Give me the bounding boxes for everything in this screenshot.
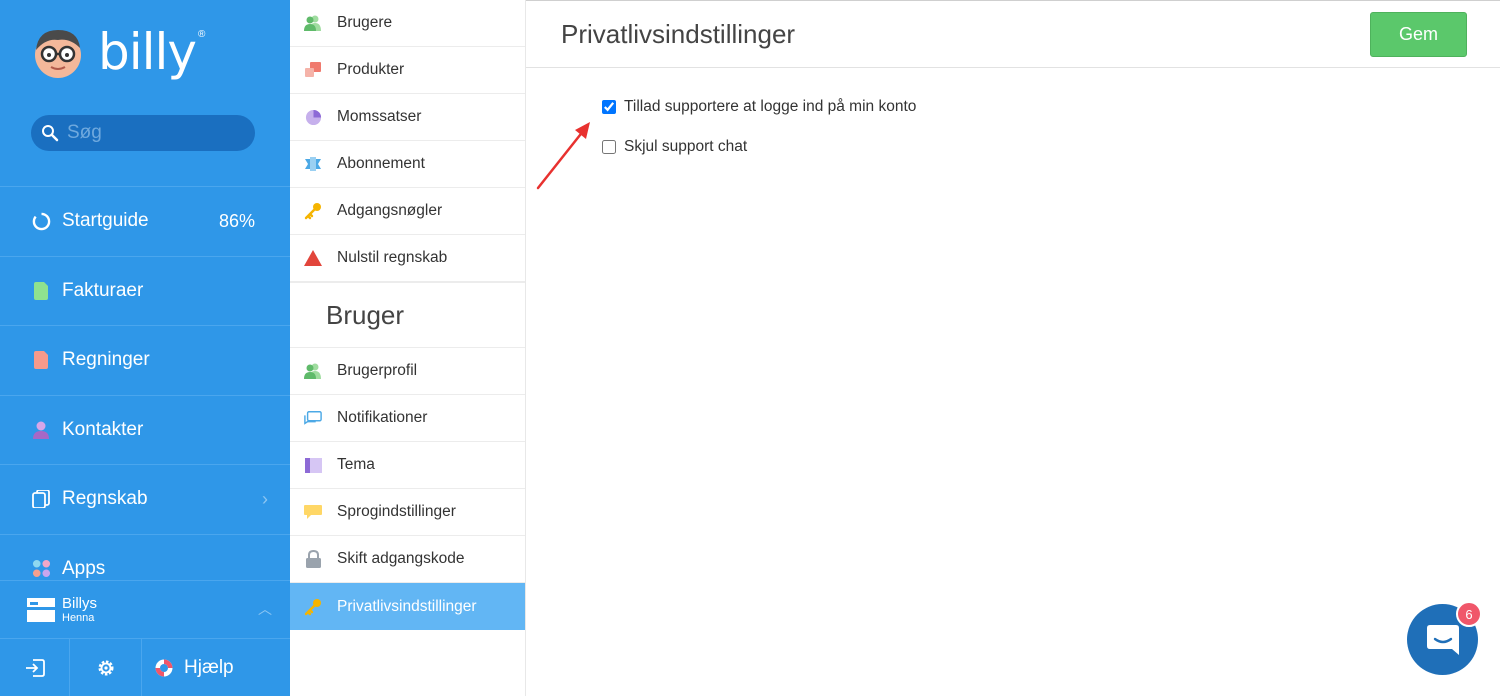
hide-support-chat-checkbox[interactable] bbox=[602, 140, 616, 154]
menu-item-privatlivsindstillinger[interactable]: Privatlivsindstillinger bbox=[290, 583, 525, 630]
allow-support-login-label: Tillad supportere at logge ind på min ko… bbox=[624, 98, 917, 115]
nav-item-fakturaer[interactable]: Fakturaer bbox=[0, 255, 290, 326]
nav-item-regnskab[interactable]: Regnskab › bbox=[0, 464, 290, 534]
allow-support-login-option[interactable]: Tillad supportere at logge ind på min ko… bbox=[602, 98, 916, 116]
progress-ring-icon bbox=[31, 211, 51, 231]
page-title: Privatlivsindstillinger bbox=[561, 19, 796, 49]
warning-triangle-icon bbox=[304, 249, 322, 267]
key-icon bbox=[304, 598, 322, 616]
nav-label: Regnskab bbox=[62, 488, 148, 510]
organization-switcher[interactable]: Billys Henna ︿ bbox=[0, 580, 290, 638]
subscription-icon bbox=[304, 155, 322, 173]
page-header: Privatlivsindstillinger Gem bbox=[526, 1, 1500, 68]
menu-item-brugerprofil[interactable]: Brugerprofil bbox=[290, 348, 525, 395]
menu-item-label: Notifikationer bbox=[337, 409, 428, 426]
theme-icon bbox=[304, 456, 322, 474]
hide-support-chat-label: Skjul support chat bbox=[624, 138, 748, 155]
nav-label: Startguide bbox=[62, 210, 149, 232]
menu-item-brugere[interactable]: Brugere bbox=[290, 0, 525, 47]
help-label: Hjælp bbox=[184, 657, 234, 678]
organization-name: Billys bbox=[62, 594, 98, 612]
menu-item-abonnement[interactable]: Abonnement bbox=[290, 141, 525, 188]
menu-item-nulstil-regnskab[interactable]: Nulstil regnskab bbox=[290, 235, 525, 282]
settings-button[interactable] bbox=[70, 639, 142, 696]
menu-item-momssatser[interactable]: Momssatser bbox=[290, 94, 525, 141]
invoice-icon bbox=[31, 281, 51, 301]
lock-icon bbox=[304, 550, 322, 568]
users-icon bbox=[304, 14, 322, 32]
organization-logo bbox=[27, 597, 55, 622]
menu-item-label: Adgangsnøgler bbox=[337, 202, 443, 219]
nav-item-kontakter[interactable]: Kontakter bbox=[0, 394, 290, 465]
chevron-up-icon: ︿ bbox=[258, 601, 272, 617]
menu-item-tema[interactable]: Tema bbox=[290, 442, 525, 489]
chat-icon bbox=[1426, 624, 1459, 655]
menu-item-label: Nulstil regnskab bbox=[337, 249, 448, 266]
main-nav: Startguide 86% Fakturaer Regninger Konta… bbox=[0, 186, 290, 603]
menu-item-label: Produkter bbox=[337, 61, 405, 78]
menu-item-label: Privatlivsindstillinger bbox=[337, 597, 477, 615]
search-icon bbox=[42, 125, 59, 142]
menu-item-adgangsnogler[interactable]: Adgangsnøgler bbox=[290, 188, 525, 235]
annotation-arrow bbox=[536, 122, 590, 190]
gear-icon bbox=[98, 660, 113, 676]
logout-button[interactable] bbox=[0, 639, 70, 696]
products-icon bbox=[304, 61, 322, 79]
menu-item-label: Momssatser bbox=[337, 108, 422, 125]
menu-item-sprogindstillinger[interactable]: Sprogindstillinger bbox=[290, 489, 525, 536]
apps-icon bbox=[31, 559, 51, 579]
menu-item-notifikationer[interactable]: Notifikationer bbox=[290, 395, 525, 442]
help-button[interactable]: Hjælp bbox=[142, 639, 290, 696]
nav-label: Regninger bbox=[62, 349, 150, 371]
main-content: Privatlivsindstillinger Gem Tillad suppo… bbox=[526, 0, 1500, 696]
menu-item-produkter[interactable]: Produkter bbox=[290, 47, 525, 94]
search-input[interactable] bbox=[67, 122, 237, 144]
unread-count-badge: 6 bbox=[1456, 601, 1482, 627]
nav-item-regninger[interactable]: Regninger bbox=[0, 325, 290, 395]
user-profile-icon bbox=[304, 362, 322, 380]
key-icon bbox=[304, 202, 322, 220]
brand-name: billy bbox=[98, 23, 197, 81]
menu-item-label: Tema bbox=[337, 456, 375, 473]
startguide-progress: 86% bbox=[218, 210, 255, 231]
search-box bbox=[31, 115, 255, 151]
hide-support-chat-option[interactable]: Skjul support chat bbox=[602, 138, 747, 156]
menu-item-skift-adgangskode[interactable]: Skift adgangskode bbox=[290, 536, 525, 583]
menu-item-label: Abonnement bbox=[337, 155, 425, 172]
settings-menu: Brugere Produkter Momssatser Abonnement … bbox=[290, 0, 526, 696]
bill-icon bbox=[31, 350, 51, 370]
current-user-name: Henna bbox=[62, 611, 95, 624]
nav-label: Kontakter bbox=[62, 418, 144, 440]
logout-icon bbox=[25, 659, 45, 677]
chat-bubbles-icon bbox=[304, 409, 322, 427]
nav-item-startguide[interactable]: Startguide 86% bbox=[0, 186, 290, 256]
menu-item-label: Brugerprofil bbox=[337, 362, 418, 379]
speech-bubble-icon bbox=[304, 503, 322, 521]
menu-item-label: Brugere bbox=[337, 14, 393, 31]
billy-mascot-icon bbox=[35, 30, 81, 78]
menu-item-label: Skift adgangskode bbox=[337, 550, 465, 567]
nav-label: Fakturaer bbox=[62, 279, 144, 301]
pie-icon bbox=[304, 108, 322, 126]
lifebuoy-icon bbox=[155, 659, 173, 677]
billy-logo[interactable]: billy ® bbox=[30, 24, 205, 80]
nav-label: Apps bbox=[62, 557, 106, 579]
main-sidebar: billy ® Startguide 86% Fakturaer Re bbox=[0, 0, 290, 696]
menu-item-label: Sprogindstillinger bbox=[337, 503, 456, 520]
chevron-right-icon: › bbox=[262, 488, 268, 509]
allow-support-login-checkbox[interactable] bbox=[602, 100, 616, 114]
ledger-icon bbox=[31, 489, 51, 509]
user-section-title: Bruger bbox=[290, 282, 525, 348]
sidebar-footer: Hjælp bbox=[0, 638, 290, 696]
save-button[interactable]: Gem bbox=[1370, 12, 1467, 57]
contact-icon bbox=[31, 420, 51, 440]
registered-mark: ® bbox=[198, 28, 206, 40]
